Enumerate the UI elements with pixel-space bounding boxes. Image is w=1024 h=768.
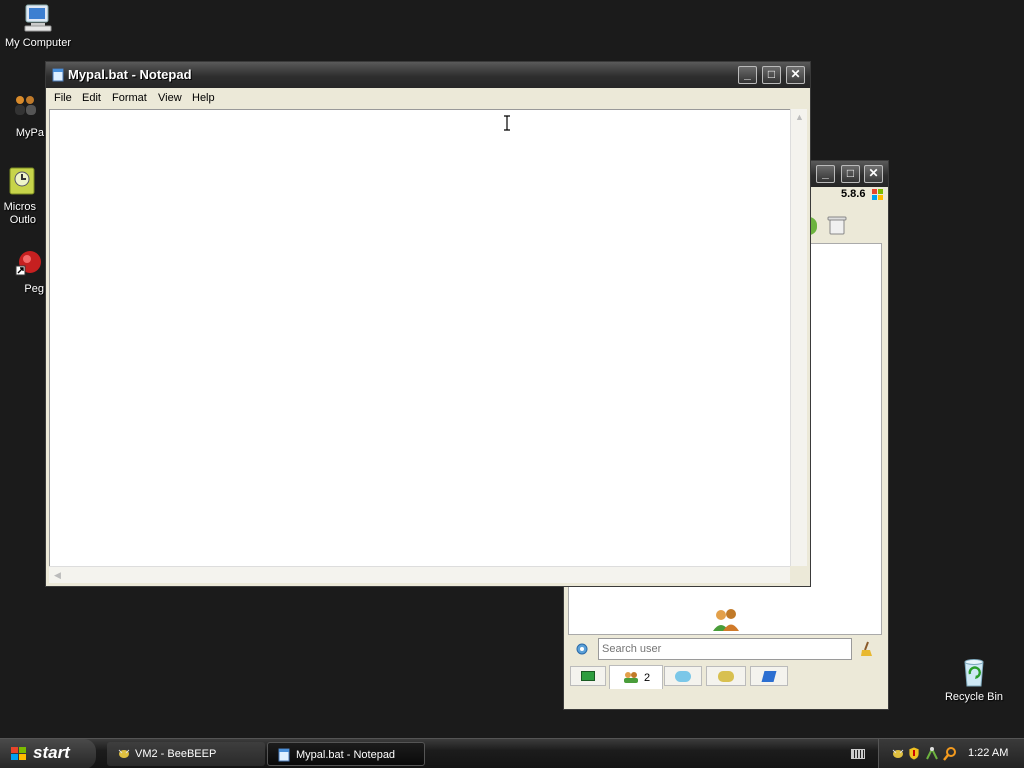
- desktop-icon-my-computer[interactable]: My Computer: [0, 2, 78, 50]
- clock[interactable]: 1:22 AM: [968, 747, 1008, 759]
- maximize-button[interactable]: □: [841, 165, 860, 183]
- menu-format[interactable]: Format: [112, 92, 147, 104]
- users-count: 2: [644, 672, 651, 684]
- search-icon[interactable]: [943, 746, 957, 761]
- start-label: start: [33, 743, 70, 762]
- minimize-button[interactable]: _: [738, 66, 757, 84]
- search-user-input[interactable]: [598, 638, 852, 660]
- system-tray: 1:22 AM: [878, 739, 1024, 768]
- monitor-icon: [581, 671, 595, 681]
- close-button[interactable]: ✕: [864, 165, 883, 183]
- maximize-button[interactable]: □: [762, 66, 781, 84]
- scroll-left-arrow[interactable]: ◀: [54, 570, 61, 581]
- menu-bar: File Edit Format View Help: [49, 89, 807, 108]
- share-icon: [761, 671, 777, 682]
- desktop-icon-label: Micros Outlo: [3, 201, 36, 226]
- menu-help[interactable]: Help: [192, 92, 215, 104]
- text-editor[interactable]: [49, 109, 806, 583]
- trash-icon[interactable]: [826, 214, 848, 236]
- tab-groups[interactable]: [706, 666, 746, 686]
- taskbar-item-beebeep[interactable]: VM2 - BeeBEEP: [107, 742, 265, 766]
- taskbar-item-label: VM2 - BeeBEEP: [135, 748, 217, 760]
- text-cursor-icon: [503, 115, 511, 131]
- taskbar-item-label: Mypal.bat - Notepad: [296, 749, 396, 761]
- size-grip[interactable]: [790, 566, 807, 583]
- beebeep-tray-icon[interactable]: [891, 747, 905, 760]
- keyboard-icon[interactable]: [851, 749, 865, 759]
- mypal-icon: [8, 92, 40, 124]
- desktop-icon-label: My Computer: [4, 37, 72, 49]
- windows-logo-icon: [10, 746, 28, 762]
- notepad-icon: [278, 748, 290, 762]
- notepad-icon: [52, 68, 64, 82]
- scroll-up-arrow[interactable]: ▲: [795, 112, 804, 122]
- desktop-icon-label: MyPa: [15, 127, 44, 139]
- group-icon: [718, 671, 734, 682]
- users-icon: [623, 671, 639, 683]
- start-button[interactable]: start: [0, 739, 96, 768]
- desktop-icon-label: Recycle Bin: [944, 691, 1004, 703]
- close-button[interactable]: ✕: [786, 66, 805, 84]
- desktop-icon-outlook[interactable]: Micros Outlo: [0, 166, 44, 227]
- menu-file[interactable]: File: [54, 92, 72, 104]
- taskbar: start VM2 - BeeBEEP Mypal.bat - Notepad …: [0, 738, 1024, 768]
- window-title: Mypal.bat - Notepad: [68, 67, 192, 82]
- search-options-icon[interactable]: [574, 641, 590, 657]
- tab-chat-list[interactable]: [570, 666, 606, 686]
- desktop-icon-peg[interactable]: Peg: [0, 248, 44, 296]
- clear-search-icon[interactable]: [860, 641, 874, 657]
- menu-view[interactable]: View: [158, 92, 182, 104]
- vertical-scrollbar[interactable]: ▲ ▼: [790, 109, 807, 583]
- horizontal-scrollbar[interactable]: ◀ ▶: [49, 566, 806, 583]
- tab-chats[interactable]: [664, 666, 702, 686]
- desktop-icon-recycle-bin[interactable]: Recycle Bin: [934, 656, 1014, 704]
- tab-users[interactable]: 2: [609, 665, 663, 689]
- beebeep-icon: [117, 747, 131, 760]
- desktop-icon-label: Peg: [24, 283, 44, 295]
- recycle-bin-icon: [958, 656, 990, 688]
- chat-bubbles-icon: [675, 671, 691, 682]
- menu-edit[interactable]: Edit: [82, 92, 101, 104]
- desktop-icon-mypal[interactable]: MyPa: [0, 92, 44, 140]
- version-label: 5.8.6: [841, 188, 866, 200]
- security-shield-icon[interactable]: [908, 746, 920, 761]
- users-group-icon: [710, 607, 742, 633]
- computer-icon: [22, 2, 54, 34]
- network-icon[interactable]: [925, 746, 939, 761]
- outlook-icon: [6, 166, 38, 198]
- tab-files[interactable]: [750, 666, 788, 686]
- windows-flag-icon: [872, 189, 884, 201]
- taskbar-item-notepad[interactable]: Mypal.bat - Notepad: [267, 742, 425, 766]
- peg-icon: [10, 248, 42, 280]
- notepad-window[interactable]: Mypal.bat - Notepad _ □ ✕ File Edit Form…: [45, 61, 811, 587]
- minimize-button[interactable]: _: [816, 165, 835, 183]
